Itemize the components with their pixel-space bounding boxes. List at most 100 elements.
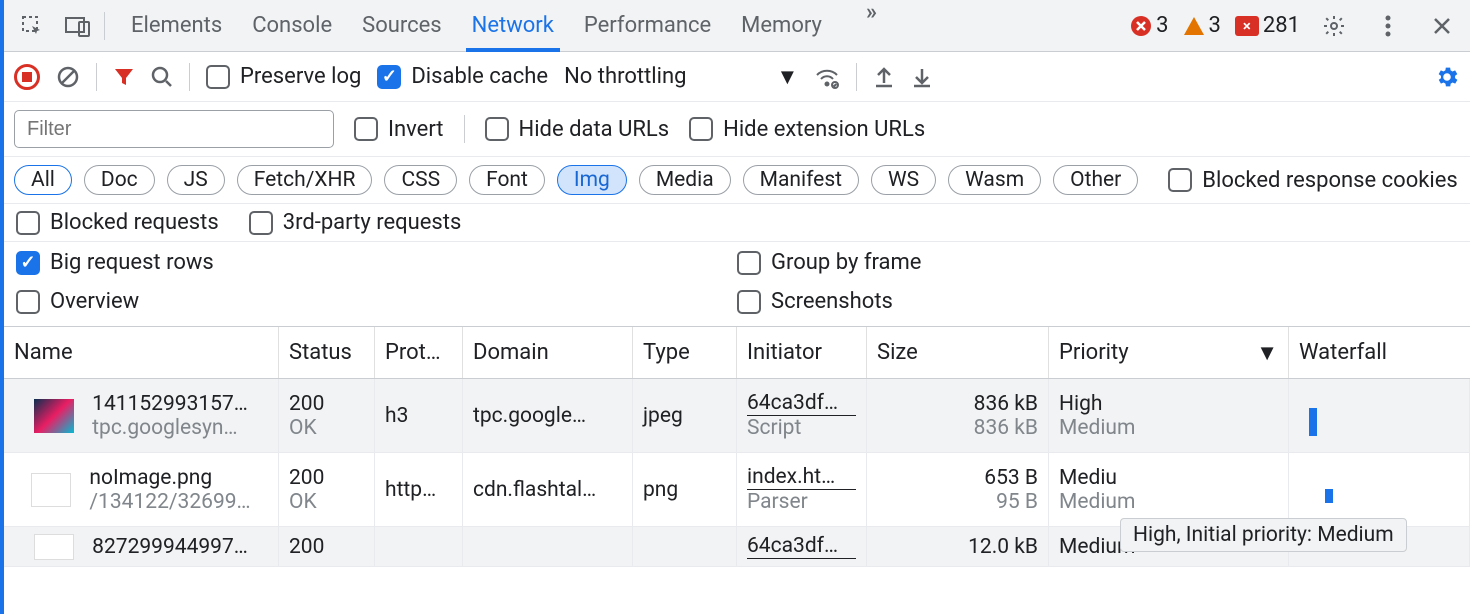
preserve-log-checkbox[interactable]: Preserve log	[206, 64, 361, 89]
type-pill-all[interactable]: All	[14, 165, 72, 195]
checkbox-unchecked-icon	[16, 211, 40, 235]
row-name: noImage.png	[89, 466, 250, 490]
checkbox-unchecked-icon	[249, 211, 273, 235]
message-icon: ×	[1235, 16, 1259, 36]
warning-count[interactable]: 3	[1183, 13, 1221, 38]
table-row[interactable]: noImage.png /134122/32699… 200 OK http… …	[4, 453, 1470, 527]
type-pill-wasm[interactable]: Wasm	[948, 165, 1041, 195]
chevron-down-icon: ▼	[776, 64, 798, 90]
upload-har-icon[interactable]	[873, 65, 895, 89]
hide-ext-urls-checkbox[interactable]: Hide extension URLs	[689, 117, 925, 142]
col-domain[interactable]: Domain	[463, 327, 633, 378]
cell-size: 12.0 kB	[867, 527, 1049, 566]
error-icon	[1130, 15, 1152, 37]
more-tabs-icon[interactable]: »	[866, 0, 877, 51]
row-initiator-sub: Script	[747, 416, 856, 440]
type-pill-css[interactable]: CSS	[384, 165, 457, 195]
third-party-checkbox[interactable]: 3rd-party requests	[249, 210, 462, 235]
type-pill-other[interactable]: Other	[1053, 165, 1138, 195]
divider	[189, 63, 190, 91]
kebab-menu-icon[interactable]	[1368, 6, 1408, 46]
cell-domain	[463, 527, 633, 566]
blocked-requests-checkbox[interactable]: Blocked requests	[16, 210, 219, 235]
throttling-value: No throttling	[564, 64, 686, 89]
row-name-sub: /134122/32699…	[89, 490, 250, 514]
tab-memory[interactable]: Memory	[741, 0, 822, 51]
cell-domain: cdn.flashtal…	[463, 453, 633, 526]
type-pill-fetch[interactable]: Fetch/XHR	[237, 165, 373, 195]
big-rows-checkbox[interactable]: Big request rows	[16, 250, 707, 275]
throttling-select[interactable]: No throttling ▼	[564, 64, 798, 90]
invert-checkbox[interactable]: Invert	[354, 117, 444, 142]
settings-icon[interactable]	[1314, 6, 1354, 46]
error-count[interactable]: 3	[1130, 13, 1168, 38]
cell-initiator[interactable]: index.ht… Parser	[737, 453, 867, 526]
network-conditions-icon[interactable]	[814, 65, 840, 89]
cell-type: jpeg	[633, 379, 737, 452]
tab-sources[interactable]: Sources	[362, 0, 442, 51]
cell-protocol	[375, 527, 463, 566]
cell-initiator[interactable]: 64ca3df… Script	[737, 379, 867, 452]
top-right-cluster: 3 3 × 281	[1130, 6, 1462, 46]
col-protocol[interactable]: Prot…	[375, 327, 463, 378]
row-initiator: index.ht…	[747, 465, 856, 490]
type-filter-row: All Doc JS Fetch/XHR CSS Font Img Media …	[4, 157, 1470, 204]
type-pill-media[interactable]: Media	[639, 165, 731, 195]
error-count-value: 3	[1156, 13, 1168, 38]
row-initiator: 64ca3df…	[747, 391, 856, 416]
type-pill-doc[interactable]: Doc	[84, 165, 155, 195]
col-status[interactable]: Status	[279, 327, 375, 378]
disable-cache-checkbox[interactable]: Disable cache	[377, 64, 548, 89]
tab-network[interactable]: Network	[472, 0, 554, 51]
search-icon[interactable]	[151, 66, 173, 88]
type-pill-manifest[interactable]: Manifest	[743, 165, 859, 195]
cell-initiator[interactable]: 64ca3df…	[737, 527, 867, 566]
type-pill-img[interactable]: Img	[557, 165, 627, 195]
big-rows-label: Big request rows	[50, 250, 214, 275]
type-pill-ws[interactable]: WS	[871, 165, 936, 195]
filter-input[interactable]	[14, 110, 334, 148]
device-toggle-icon[interactable]	[58, 6, 98, 46]
inspect-icon[interactable]	[12, 6, 52, 46]
blocked-cookies-checkbox[interactable]: Blocked response cookies	[1168, 168, 1458, 193]
cell-priority: Mediu Medium	[1049, 453, 1289, 526]
overview-checkbox[interactable]: Overview	[16, 289, 707, 314]
row-size: 653 B	[984, 466, 1038, 490]
checkbox-unchecked-icon	[737, 251, 761, 275]
hide-data-urls-checkbox[interactable]: Hide data URLs	[485, 117, 670, 142]
type-pill-js[interactable]: JS	[167, 165, 225, 195]
col-waterfall[interactable]: Waterfall	[1289, 327, 1470, 378]
cell-domain: tpc.google…	[463, 379, 633, 452]
type-pill-font[interactable]: Font	[469, 165, 545, 195]
row-size-sub: 836 kB	[974, 416, 1038, 440]
close-icon[interactable]	[1422, 6, 1462, 46]
clear-icon[interactable]	[56, 65, 80, 89]
thumbnail-icon	[34, 534, 74, 560]
disable-cache-label: Disable cache	[411, 64, 548, 89]
row-status: 200	[289, 535, 364, 559]
record-icon[interactable]	[14, 64, 40, 90]
blocked-row: Blocked requests 3rd-party requests	[4, 204, 1470, 242]
checkbox-unchecked-icon	[16, 290, 40, 314]
tab-performance[interactable]: Performance	[584, 0, 711, 51]
network-settings-icon[interactable]	[1434, 64, 1460, 90]
screenshots-checkbox[interactable]: Screenshots	[737, 289, 1428, 314]
group-by-frame-checkbox[interactable]: Group by frame	[737, 250, 1428, 275]
tab-console[interactable]: Console	[252, 0, 332, 51]
col-name[interactable]: Name	[4, 327, 279, 378]
cell-name: 827299944997…	[4, 527, 279, 566]
col-size[interactable]: Size	[867, 327, 1049, 378]
col-initiator[interactable]: Initiator	[737, 327, 867, 378]
message-count[interactable]: × 281	[1235, 13, 1300, 38]
row-name: 827299944997…	[92, 535, 248, 559]
col-priority[interactable]: Priority ▼	[1049, 327, 1289, 378]
col-type[interactable]: Type	[633, 327, 737, 378]
download-har-icon[interactable]	[911, 65, 933, 89]
filter-icon[interactable]	[113, 66, 135, 88]
thumbnail-icon	[31, 473, 71, 507]
filter-row: Invert Hide data URLs Hide extension URL…	[4, 102, 1470, 157]
table-row[interactable]: 141152993157… tpc.googlesyn… 200 OK h3 t…	[4, 379, 1470, 453]
cell-type: png	[633, 453, 737, 526]
tab-elements[interactable]: Elements	[131, 0, 222, 51]
message-count-value: 281	[1263, 13, 1300, 38]
